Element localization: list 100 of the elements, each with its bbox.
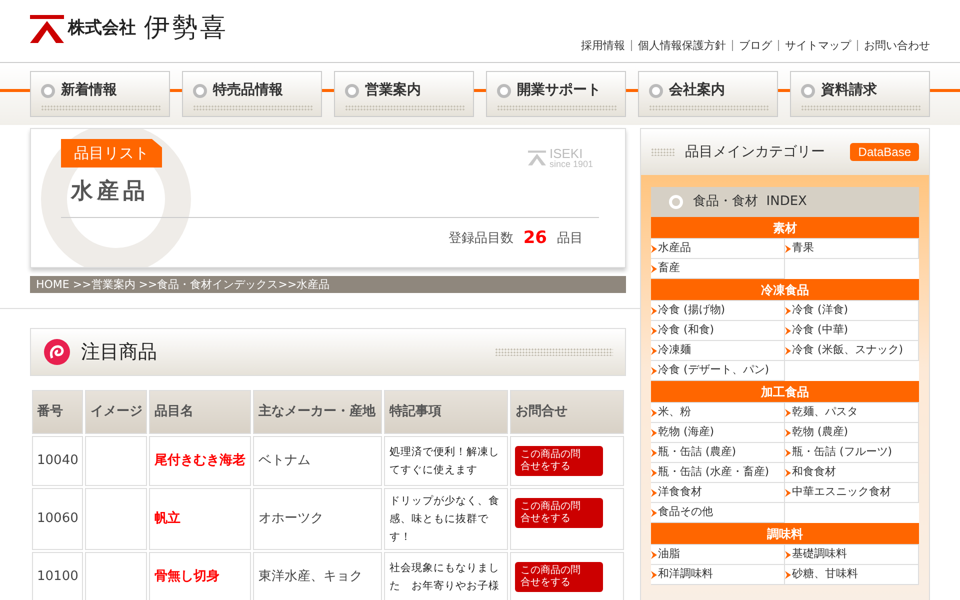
arrow-icon [785,306,791,314]
arrow-icon [785,550,791,558]
table-cell: 10040 [32,436,84,486]
section-title: 注目商品 [81,340,157,365]
category-link[interactable]: 水産品 [651,239,785,259]
nav-tab[interactable]: 会社案内 [638,71,778,117]
category-link[interactable]: 冷食 (洋食) [785,301,919,321]
category-heading: 素材 [651,217,919,239]
category-link[interactable]: 乾麺、パスタ [785,403,919,423]
item-name: 骨無し切身 [149,552,252,600]
nav-tab[interactable]: 営業案内 [334,71,474,117]
category-link[interactable]: 冷食 (揚げ物) [651,301,785,321]
arrow-icon [651,366,657,374]
inquiry-button[interactable]: この商品の問合せをする [515,498,604,528]
breadcrumb: HOME >>営業案内 >>食品・食材インデックス>>水産品 [30,276,626,293]
page-title: 水産品 [71,178,150,206]
arrow-icon [651,468,657,476]
category-link[interactable]: 食品その他 [651,503,785,523]
arrow-icon [651,408,657,416]
dotted-pattern-icon [801,105,921,111]
category-link[interactable]: 中華エスニック食材 [785,483,919,503]
category-link[interactable]: 和食食材 [785,463,919,483]
table-cell: 10060 [32,488,84,550]
inquiry-button[interactable]: この商品の問合せをする [515,446,604,476]
arrow-icon [785,448,791,456]
count-unit: 品目 [557,230,583,248]
category-link[interactable]: 冷食 (中華) [785,321,919,341]
category-link[interactable]: 冷食 (米飯、スナック) [785,341,919,361]
arrow-icon [651,508,657,516]
logo-icon [30,14,64,42]
category-link[interactable]: 洋食食材 [651,483,785,503]
company-type: 株式会社 [68,16,136,40]
column-header: 主なメーカー・産地 [253,390,382,434]
dotted-pattern-icon [193,105,313,111]
sidebar-title: 品目メインカテゴリー [685,142,825,162]
nav-tab[interactable]: 新着情報 [30,71,170,117]
category-link[interactable]: 瓶・缶詰 (水産・畜産) [651,463,785,483]
item-name: 帆立 [149,488,252,550]
arrow-icon [785,468,791,476]
category-link[interactable]: 青果 [785,239,919,259]
brand-name: ISEKI [549,147,583,160]
company-name: 伊勢喜 [144,12,228,45]
count-label: 登録品目数 [448,230,514,248]
arrow-icon [785,570,791,578]
dotted-pattern-icon [497,105,617,111]
table-cell: 10100 [32,552,84,600]
nav-tab[interactable]: 資料請求 [790,71,930,117]
category-heading: 加工食品 [651,381,919,403]
arrow-icon [785,346,791,354]
category-heading: 冷凍食品 [651,279,919,301]
table-cell: オホーツク [253,488,382,550]
arrow-icon [651,244,657,252]
table-cell: ドリップが少なく、食感、味ともに抜群です！ [384,488,508,550]
table-cell: 社会現象にもなりました お年寄りやお子様 [384,552,508,600]
arrow-icon [651,570,657,578]
category-link[interactable]: 乾物 (農産) [785,423,919,443]
brand-since: since 1901 [549,160,593,169]
arrow-icon [785,244,791,252]
dotted-pattern-icon [651,148,675,156]
arrow-icon [785,488,791,496]
arrow-icon [785,326,791,334]
category-link[interactable]: 和洋調味料 [651,565,785,585]
arrow-icon [651,346,657,354]
utility-link[interactable]: サイトマップ [785,38,851,54]
dotted-pattern-icon [649,105,769,111]
arrow-icon [651,448,657,456]
nav-tab[interactable]: 特売品情報 [182,71,322,117]
utility-link[interactable]: ブログ [739,38,772,54]
column-header: 品目名 [149,390,252,434]
arrow-icon [651,428,657,436]
table-cell: 処理済で便利！解凍してすぐに使えます [384,436,508,486]
category-link[interactable]: 乾物 (海産) [651,423,785,443]
utility-link[interactable]: お問い合わせ [864,38,930,54]
category-link[interactable]: 基礎調味料 [785,545,919,565]
arrow-icon [651,326,657,334]
item-name: 尾付きむき海老 [149,436,252,486]
inquiry-button[interactable]: この商品の問合せをする [515,562,604,592]
category-link[interactable]: 冷食 (デザート、パン) [651,361,785,381]
arrow-icon [651,306,657,314]
column-header: 番号 [32,390,84,434]
category-link[interactable]: 畜産 [651,259,785,279]
utility-link[interactable]: 個人情報保護方針 [638,38,726,54]
category-link[interactable]: 冷食 (和食) [651,321,785,341]
category-link[interactable]: 油脂 [651,545,785,565]
arrow-icon [651,488,657,496]
utility-link[interactable]: 採用情報 [581,38,625,54]
category-heading: 調味料 [651,523,919,545]
arrow-icon [651,264,657,272]
category-link[interactable]: 瓶・缶詰 (農産) [651,443,785,463]
category-link[interactable]: 冷凍麺 [651,341,785,361]
dotted-pattern-icon [345,105,465,111]
logo-icon [528,149,546,167]
column-header: 特記事項 [384,390,508,434]
category-link[interactable]: 瓶・缶詰 (フルーツ) [785,443,919,463]
category-link[interactable]: 砂糖、甘味料 [785,565,919,585]
nav-tab[interactable]: 開業サポート [486,71,626,117]
category-link[interactable]: 米、粉 [651,403,785,423]
list-tag: 品目リスト [61,139,162,168]
item-count: 26 [523,227,547,250]
table-cell: 東洋水産、キョク [253,552,382,600]
